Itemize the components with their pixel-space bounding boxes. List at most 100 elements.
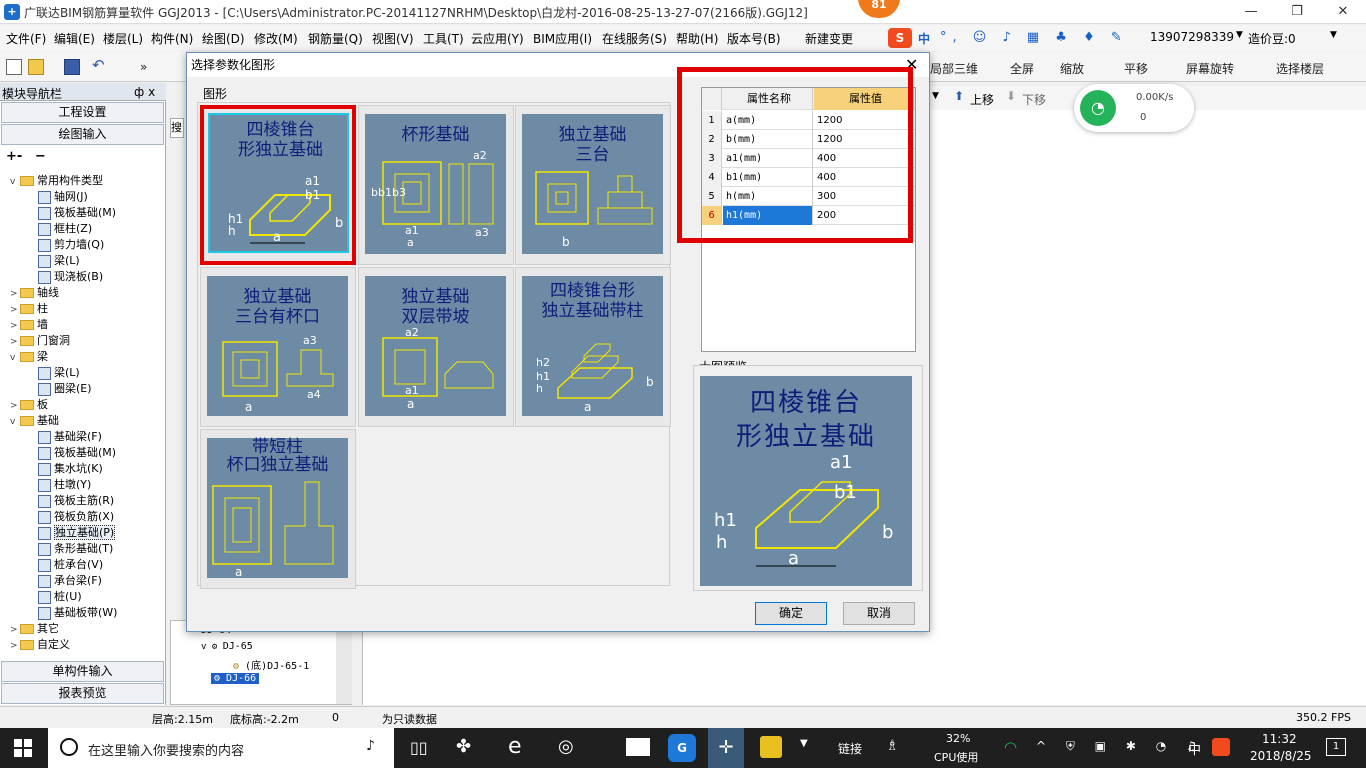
component-list-search[interactable]: 搜 <box>170 118 184 138</box>
tree-folder[interactable]: v梁 <box>10 349 48 365</box>
glodon-g-icon[interactable]: G <box>668 734 696 762</box>
fullscreen-button[interactable]: 全屏 <box>1010 60 1034 77</box>
shape-tile-double-slope[interactable]: 独立基础 双层带坡 a2 a1 a <box>358 267 514 427</box>
close-window-button[interactable]: ✕ <box>1320 0 1366 24</box>
project-settings-button[interactable]: 工程设置 <box>1 102 164 123</box>
notes-app-icon[interactable] <box>760 736 782 758</box>
expand-all-icon[interactable]: +- <box>6 149 22 164</box>
menu-dropdown-icon[interactable]: ▼ <box>1330 30 1337 40</box>
move-down-button[interactable]: 下移 <box>1022 91 1046 108</box>
shape-tile-pyramid-frustum[interactable]: 四棱锥台 形独立基础 a h1 h a1 b1 b <box>200 105 356 265</box>
start-windows-icon[interactable] <box>14 739 32 757</box>
network-monitor-widget[interactable]: ◔ 0.00K/s 0 <box>1074 84 1194 132</box>
menu-modify[interactable]: 修改(M) <box>254 30 298 47</box>
menu-bim[interactable]: BIM应用(I) <box>533 30 592 47</box>
shape-tile-short-column-cup[interactable]: 带短柱 杯口独立基础 a <box>200 429 356 589</box>
taskbar-overflow-icon[interactable]: ▼ <box>800 738 808 749</box>
tree-item[interactable]: 承台梁(F) <box>38 573 102 589</box>
menu-floor[interactable]: 楼层(L) <box>103 30 143 47</box>
tree-item[interactable]: 剪力墙(Q) <box>38 237 104 253</box>
menu-online[interactable]: 在线服务(S) <box>602 30 667 47</box>
expand-toggle-icon[interactable]: v <box>10 414 20 430</box>
zoom-button[interactable]: 缩放 <box>1060 60 1084 77</box>
rotate-button[interactable]: 屏幕旋转 <box>1186 60 1234 77</box>
clock-time[interactable]: 11:32 <box>1262 732 1297 746</box>
tree-folder[interactable]: > 其它 <box>10 621 59 637</box>
list-item[interactable]: ⚙ (底)DJ-65-1 <box>233 657 353 672</box>
dropdown-icon[interactable]: ▼ <box>932 91 939 101</box>
ime-tray[interactable]: 中 <box>1188 739 1201 758</box>
menu-draw[interactable]: 绘图(D) <box>202 30 245 47</box>
tree-item[interactable]: 筏板基础(M) <box>38 205 116 221</box>
pinwheel-app-icon[interactable]: ✤ <box>456 736 471 757</box>
list-scrollbar[interactable] <box>336 621 352 704</box>
select-floor-button[interactable]: 选择楼层 <box>1276 60 1324 77</box>
tree-folder[interactable]: > 板 <box>10 397 48 413</box>
notification-badge[interactable]: 81 <box>858 0 900 18</box>
partial-3d-button[interactable]: 局部三维 <box>930 60 978 77</box>
tree-item[interactable]: 梁(L) <box>38 253 80 269</box>
expand-toggle-icon[interactable]: v <box>10 174 20 190</box>
expand-toggle-icon[interactable]: > <box>10 302 20 318</box>
collapse-all-icon[interactable]: − <box>35 149 46 164</box>
menu-cloud[interactable]: 云应用(Y) <box>471 30 524 47</box>
link-label[interactable]: 链接 <box>838 740 862 757</box>
tree-folder[interactable]: > 柱 <box>10 301 48 317</box>
list-item[interactable]: v ⚙ DJ-65 <box>201 641 341 652</box>
expand-toggle-icon[interactable]: > <box>10 334 20 350</box>
report-preview-button[interactable]: 报表预览 <box>1 683 164 704</box>
menu-version[interactable]: 版本号(B) <box>727 30 781 47</box>
tree-item[interactable]: 框柱(Z) <box>38 221 92 237</box>
tree-folder[interactable]: v 常用构件类型 <box>10 173 103 189</box>
move-up-button[interactable]: 上移 <box>970 91 994 108</box>
tree-item[interactable]: 基础梁(F) <box>38 429 102 445</box>
ok-button[interactable]: 确定 <box>755 602 827 625</box>
expand-toggle-icon[interactable]: v <box>10 350 20 366</box>
tree-folder[interactable]: > 轴线 <box>10 285 59 301</box>
save-icon[interactable] <box>64 59 80 75</box>
open-folder-icon[interactable] <box>28 59 44 75</box>
shape-tile-pyramid-with-column[interactable]: 四棱锥台形 独立基础带柱 h2 h1 h a b <box>515 267 671 427</box>
maximize-button[interactable]: ❐ <box>1274 0 1320 24</box>
microphone-icon[interactable]: ♪ <box>366 738 375 754</box>
people-icon[interactable]: ♗ <box>886 738 899 754</box>
tray-icons[interactable]: ^ ⛨ ▣ ✱ ◔ ♫ ▦ <box>1036 739 1236 754</box>
menu-component[interactable]: 构件(N) <box>151 30 193 47</box>
tree-item[interactable]: 基础板带(W) <box>38 605 117 621</box>
tree-item[interactable]: 柱墩(Y) <box>38 477 91 493</box>
sogou-ime-icon[interactable]: S <box>888 28 912 48</box>
expand-toggle-icon[interactable]: > <box>10 398 20 414</box>
tree-folder[interactable]: > 墙 <box>10 317 48 333</box>
tree-item[interactable]: 梁(L) <box>38 365 80 381</box>
taskbar-search-box[interactable]: 在这里输入你要搜索的内容 ♪ <box>48 728 394 768</box>
tree-item-selected[interactable]: 独立基础(P) <box>38 525 116 541</box>
more-icon[interactable]: » <box>140 60 147 74</box>
tree-item[interactable]: 筏板负筋(X) <box>38 509 114 525</box>
tree-folder[interactable]: > 自定义 <box>10 637 70 653</box>
tree-item[interactable]: 桩承台(V) <box>38 557 103 573</box>
ime-lang[interactable]: 中 <box>918 30 930 47</box>
sogou-tray-icon[interactable] <box>1212 738 1230 756</box>
tree-folder[interactable]: v 基础 <box>10 413 59 429</box>
account-phone[interactable]: 13907298339 <box>1150 30 1234 44</box>
mail-icon[interactable] <box>626 738 650 756</box>
minimize-button[interactable]: — <box>1228 0 1274 24</box>
expand-toggle-icon[interactable]: > <box>10 622 20 638</box>
shape-tile-three-step-cup[interactable]: 独立基础 三台有杯口 a a3 a4 <box>200 267 356 427</box>
menu-edit[interactable]: 编辑(E) <box>54 30 95 47</box>
undo-icon[interactable]: ↶ <box>92 56 105 74</box>
shape-tile-three-step[interactable]: 独立基础 三台 b <box>515 105 671 265</box>
menu-file[interactable]: 文件(F) <box>6 30 46 47</box>
glodon-ggj-active-icon[interactable]: ✛ <box>708 728 744 768</box>
action-center-icon[interactable]: 1 <box>1326 738 1346 756</box>
panel-pin-close-icon[interactable]: ф x <box>134 85 155 99</box>
edge-browser-icon[interactable]: e <box>508 734 522 759</box>
menu-help[interactable]: 帮助(H) <box>676 30 718 47</box>
expand-toggle-icon[interactable]: > <box>10 638 20 654</box>
wifi-tray-icon[interactable]: ◠ <box>1004 738 1017 756</box>
menu-view[interactable]: 视图(V) <box>372 30 414 47</box>
tree-item[interactable]: 筏板基础(M) <box>38 445 116 461</box>
cancel-button[interactable]: 取消 <box>843 602 915 625</box>
browser360-icon[interactable]: ◎ <box>558 736 574 757</box>
pan-button[interactable]: 平移 <box>1124 60 1148 77</box>
